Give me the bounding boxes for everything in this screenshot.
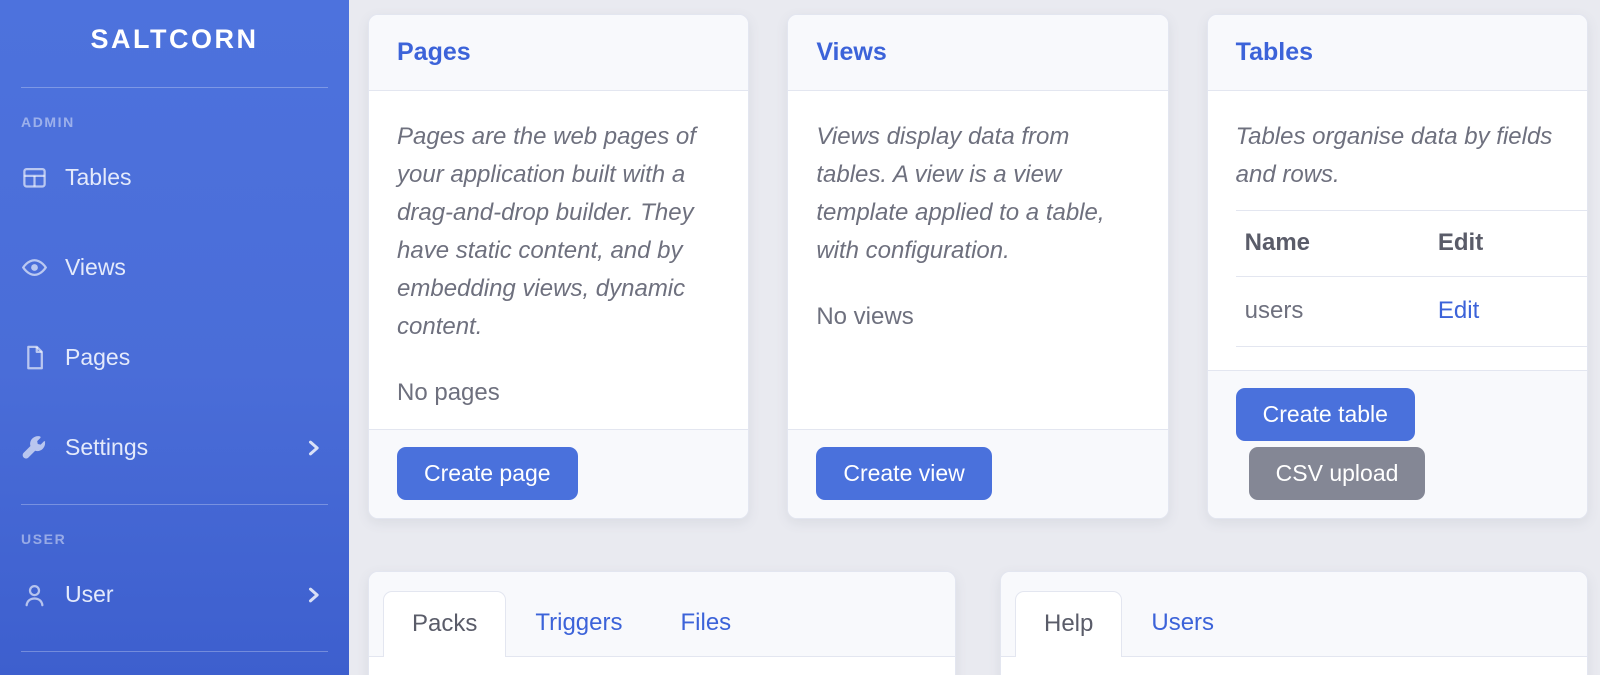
views-card-title: Views	[816, 38, 886, 66]
csv-upload-button[interactable]: CSV upload	[1249, 447, 1426, 500]
sidebar-item-tables[interactable]: Tables	[0, 132, 349, 222]
tab-files[interactable]: Files	[652, 590, 761, 656]
sidebar-item-user[interactable]: User	[0, 549, 349, 639]
chevron-right-icon	[303, 584, 323, 604]
user-icon	[21, 580, 51, 608]
sidebar-item-settings[interactable]: Settings	[0, 402, 349, 492]
bottom-cards-row: Packs Triggers Files Help Users	[368, 571, 1588, 675]
tab-triggers[interactable]: Triggers	[506, 590, 651, 656]
help-users-card: Help Users	[1000, 571, 1588, 675]
create-page-button[interactable]: Create page	[397, 447, 578, 500]
edit-table-link[interactable]: Edit	[1438, 297, 1479, 324]
table-row: users Edit	[1236, 277, 1587, 347]
divider	[21, 87, 328, 88]
sidebar: SALTCORN ADMIN Tables Views Pages Settin…	[0, 0, 349, 675]
tables-list-header-row: Name Edit	[1236, 211, 1587, 277]
divider	[21, 651, 328, 652]
pages-card-body: Pages are the web pages of your applicat…	[369, 91, 748, 429]
sidebar-item-label: Pages	[65, 344, 130, 371]
tables-card-body: Tables organise data by fields and rows.…	[1208, 91, 1587, 370]
views-card: Views Views display data from tables. A …	[787, 14, 1168, 519]
main-content: Pages Pages are the web pages of your ap…	[349, 0, 1600, 675]
left-tab-bar: Packs Triggers Files	[369, 572, 955, 657]
entity-cards-row: Pages Pages are the web pages of your ap…	[368, 14, 1588, 519]
file-icon	[21, 343, 51, 371]
pages-empty-text: No pages	[397, 374, 720, 412]
table-icon	[21, 163, 51, 191]
tab-users[interactable]: Users	[1122, 590, 1243, 656]
pages-card-title: Pages	[397, 38, 471, 66]
left-tab-panel	[369, 657, 955, 675]
tables-card-title: Tables	[1236, 38, 1313, 66]
wrench-icon	[21, 433, 51, 461]
pages-card: Pages Pages are the web pages of your ap…	[368, 14, 749, 519]
create-table-button[interactable]: Create table	[1236, 388, 1415, 441]
right-tab-panel	[1001, 657, 1587, 675]
eye-icon	[21, 253, 51, 281]
sidebar-item-label: Tables	[65, 164, 131, 191]
sidebar-item-pages[interactable]: Pages	[0, 312, 349, 402]
pages-card-header: Pages	[369, 15, 748, 91]
packs-triggers-files-card: Packs Triggers Files	[368, 571, 956, 675]
chevron-right-icon	[303, 437, 323, 457]
views-card-body: Views display data from tables. A view i…	[788, 91, 1167, 429]
tables-description: Tables organise data by fields and rows.	[1236, 118, 1559, 194]
column-header-edit: Edit	[1429, 211, 1587, 277]
right-tab-bar: Help Users	[1001, 572, 1587, 657]
tables-card-header: Tables	[1208, 15, 1587, 91]
pages-card-footer: Create page	[369, 429, 748, 518]
sidebar-section-admin-label: ADMIN	[0, 98, 349, 132]
tables-card: Tables Tables organise data by fields an…	[1207, 14, 1588, 519]
sidebar-section-user-label: USER	[0, 515, 349, 549]
tables-list: Name Edit users Edit	[1236, 210, 1587, 347]
divider	[21, 504, 328, 505]
table-name-cell: users	[1236, 277, 1429, 347]
sidebar-item-label: Views	[65, 254, 126, 281]
pages-description: Pages are the web pages of your applicat…	[397, 118, 720, 346]
sidebar-item-label: Settings	[65, 434, 148, 461]
sidebar-item-label: User	[65, 581, 114, 608]
tab-packs[interactable]: Packs	[383, 591, 506, 657]
views-description: Views display data from tables. A view i…	[816, 118, 1139, 270]
views-card-header: Views	[788, 15, 1167, 91]
tables-card-footer: Create table CSV upload	[1208, 370, 1587, 518]
column-header-name: Name	[1236, 211, 1429, 277]
tab-help[interactable]: Help	[1015, 591, 1122, 657]
sidebar-item-views[interactable]: Views	[0, 222, 349, 312]
app-brand[interactable]: SALTCORN	[0, 0, 349, 75]
create-view-button[interactable]: Create view	[816, 447, 991, 500]
views-card-footer: Create view	[788, 429, 1167, 518]
views-empty-text: No views	[816, 298, 1139, 336]
